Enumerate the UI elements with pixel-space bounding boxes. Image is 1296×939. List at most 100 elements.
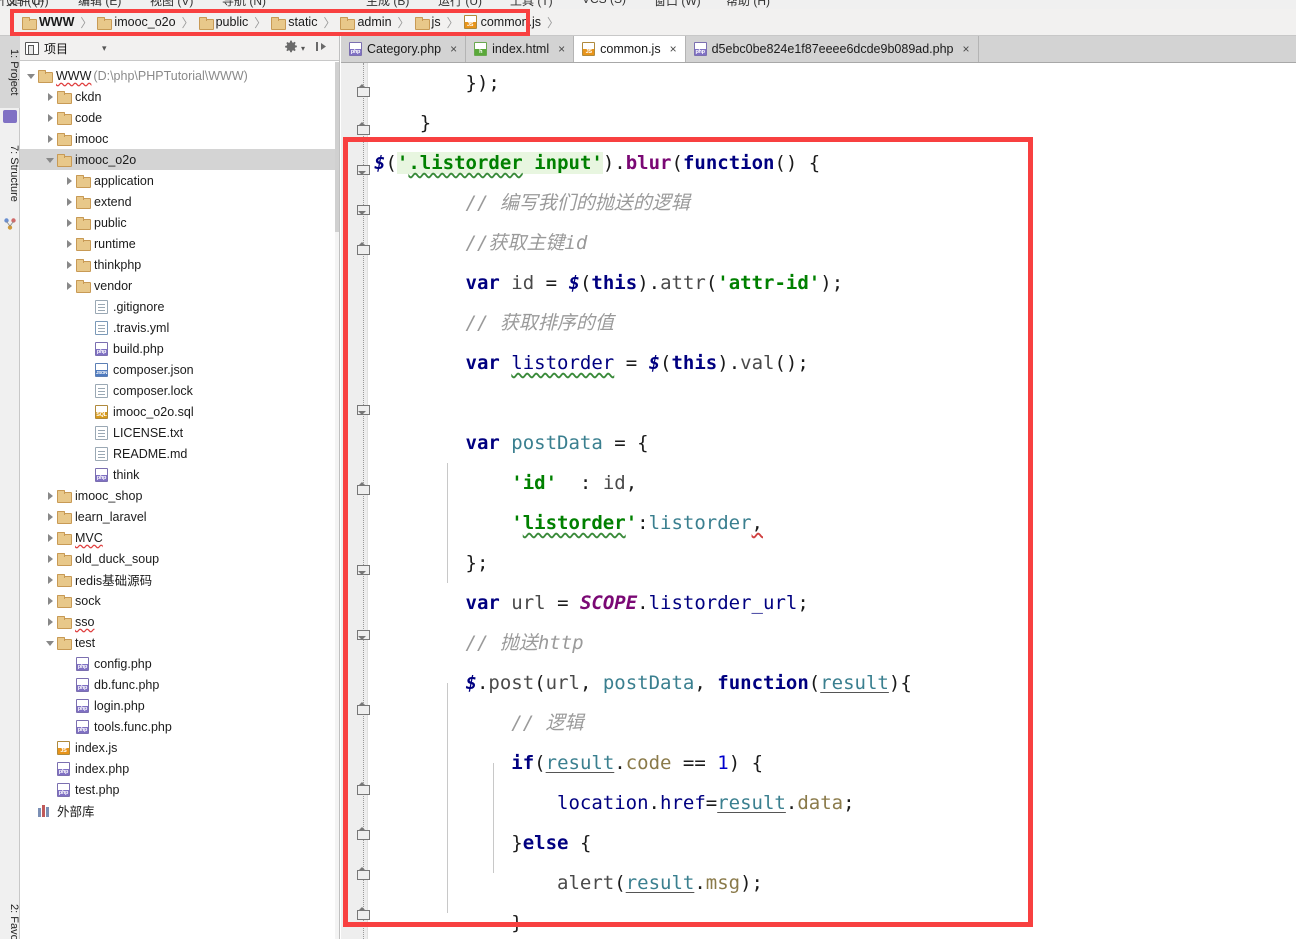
chevron-down-icon[interactable]: ▾ xyxy=(102,43,107,54)
chevron-right-icon[interactable] xyxy=(64,259,76,271)
chevron-right-icon[interactable] xyxy=(45,574,57,586)
editor-tab[interactable]: JS common.js × xyxy=(574,36,686,62)
close-icon[interactable]: × xyxy=(558,42,565,56)
tree-row[interactable]: MVC xyxy=(20,527,335,548)
tree-row[interactable]: SQL imooc_o2o.sql xyxy=(20,401,335,422)
tree-row[interactable]: JS index.js xyxy=(20,737,335,758)
tree-row[interactable]: php tools.func.php xyxy=(20,716,335,737)
menu-item-help[interactable]: 帮助 (H) xyxy=(726,0,770,9)
breadcrumb-item-public[interactable]: public xyxy=(198,12,248,32)
chevron-right-icon[interactable] xyxy=(45,133,57,145)
tree-row[interactable]: php test.php xyxy=(20,779,335,800)
chevron-right-icon[interactable] xyxy=(45,112,57,124)
breadcrumb-item-www[interactable]: WWW xyxy=(22,12,74,32)
code-line[interactable]: var id = $(this).attr('attr-id'); xyxy=(368,263,1296,303)
code-line[interactable]: }else { xyxy=(368,823,1296,863)
chevron-right-icon[interactable] xyxy=(45,553,57,565)
tree-row[interactable]: imooc_o2o xyxy=(20,149,335,170)
tree-row[interactable]: code xyxy=(20,107,335,128)
chevron-down-icon[interactable] xyxy=(26,70,38,82)
tree-row[interactable]: runtime xyxy=(20,233,335,254)
chevron-right-icon[interactable] xyxy=(64,175,76,187)
editor-tab[interactable]: php d5ebc0be824e1f87eeee6dcde9b089ad.php × xyxy=(685,36,979,62)
code-editor[interactable]: }); } $('.listorder input').blur(function… xyxy=(341,63,1296,939)
code-line[interactable]: 'id' : id, xyxy=(368,463,1296,503)
breadcrumb-item-imooc-o2o[interactable]: imooc_o2o xyxy=(97,12,176,32)
code-line[interactable]: $.post(url, postData, function(result){ xyxy=(368,663,1296,703)
tree-row[interactable]: WWW (D:\php\PHPTutorial\WWW) xyxy=(20,65,335,86)
chevron-right-icon[interactable] xyxy=(64,280,76,292)
breadcrumb-item-js[interactable]: js xyxy=(414,12,441,32)
tree-row[interactable]: LICENSE.txt xyxy=(20,422,335,443)
chevron-right-icon[interactable] xyxy=(45,511,57,523)
menu-item-vcs[interactable]: VCS (S) xyxy=(582,0,626,6)
menu-item-window[interactable]: 窗口 (W) xyxy=(654,0,701,9)
tree-row[interactable]: php config.php xyxy=(20,653,335,674)
scrollbar-thumb[interactable] xyxy=(335,62,339,232)
code-line[interactable]: 'listorder':listorder, xyxy=(368,503,1296,543)
chevron-right-icon[interactable] xyxy=(45,616,57,628)
code-line[interactable]: }; xyxy=(368,543,1296,583)
tree-row[interactable]: application xyxy=(20,170,335,191)
code-content[interactable]: }); } $('.listorder input').blur(function… xyxy=(368,63,1296,939)
tree-row[interactable]: thinkphp xyxy=(20,254,335,275)
menu-bar[interactable]: 文件 (F) 编辑 (E) 视图 (V) 导航 (N) 代码 (C) 生成 (B… xyxy=(0,0,1296,9)
tree-row[interactable]: php db.func.php xyxy=(20,674,335,695)
tree-row[interactable]: ckdn xyxy=(20,86,335,107)
code-line[interactable] xyxy=(368,383,1296,423)
tree-row[interactable]: php index.php xyxy=(20,758,335,779)
tree-row[interactable]: php login.php xyxy=(20,695,335,716)
chevron-right-icon[interactable] xyxy=(64,196,76,208)
code-line[interactable]: if(result.code == 1) { xyxy=(368,743,1296,783)
tree-row[interactable]: sso xyxy=(20,611,335,632)
menu-item-navigate[interactable]: 导航 (N) xyxy=(222,0,266,9)
chevron-right-icon[interactable] xyxy=(45,91,57,103)
menu-item-view[interactable]: 视图 (V) xyxy=(150,0,193,9)
code-line[interactable]: }); xyxy=(368,63,1296,103)
breadcrumb-item-common-js[interactable]: JS common.js xyxy=(463,12,541,32)
sidebar-item-structure[interactable]: 7: Structure xyxy=(0,130,20,216)
editor-tab[interactable]: h index.html × xyxy=(466,36,575,62)
chevron-right-icon[interactable] xyxy=(45,532,57,544)
close-icon[interactable]: × xyxy=(450,42,457,56)
tree-row[interactable]: extend xyxy=(20,191,335,212)
chevron-right-icon[interactable] xyxy=(45,595,57,607)
code-line[interactable]: //获取主键id xyxy=(368,223,1296,263)
tree-row[interactable]: JSON composer.json xyxy=(20,359,335,380)
collapse-all-icon[interactable] xyxy=(315,40,328,56)
code-line[interactable]: } xyxy=(368,903,1296,939)
sidebar-item-favorites[interactable]: 2: Favorites xyxy=(0,896,20,939)
chevron-down-icon[interactable] xyxy=(45,637,57,649)
tree-row[interactable]: php think xyxy=(20,464,335,485)
close-icon[interactable]: × xyxy=(670,42,677,56)
editor-gutter[interactable] xyxy=(341,63,370,939)
code-line[interactable]: var listorder = $(this).val(); xyxy=(368,343,1296,383)
chevron-down-icon[interactable] xyxy=(45,154,57,166)
code-line[interactable]: var url = SCOPE.listorder_url; xyxy=(368,583,1296,623)
tree-row[interactable]: test xyxy=(20,632,335,653)
chevron-right-icon[interactable] xyxy=(64,238,76,250)
tree-row[interactable]: imooc_shop xyxy=(20,485,335,506)
gear-icon[interactable]: ▾ xyxy=(284,40,305,57)
project-tree[interactable]: WWW (D:\php\PHPTutorial\WWW) ckdn code imooc… xyxy=(20,62,335,939)
code-line[interactable]: location.href=result.data; xyxy=(368,783,1296,823)
tree-row[interactable]: README.md xyxy=(20,443,335,464)
editor-tab[interactable]: php Category.php × xyxy=(341,36,467,62)
code-line[interactable]: alert(result.msg); xyxy=(368,863,1296,903)
menu-item-build[interactable]: 生成 (B) xyxy=(366,0,409,9)
chevron-right-icon[interactable] xyxy=(45,490,57,502)
tree-row[interactable]: vendor xyxy=(20,275,335,296)
code-line[interactable]: // 逻辑 xyxy=(368,703,1296,743)
menu-item-tools[interactable]: 工具 (T) xyxy=(510,0,553,9)
tree-row[interactable]: php build.php xyxy=(20,338,335,359)
code-line[interactable]: // 获取排序的值 xyxy=(368,303,1296,343)
code-line[interactable]: $('.listorder input').blur(function() { xyxy=(368,143,1296,183)
tree-row[interactable]: 外部库 xyxy=(20,800,335,821)
code-line[interactable]: } xyxy=(368,103,1296,143)
close-icon[interactable]: × xyxy=(963,42,970,56)
tree-row[interactable]: redis基础源码 xyxy=(20,569,335,590)
code-line[interactable]: // 编写我们的抛送的逻辑 xyxy=(368,183,1296,223)
editor-tab-bar[interactable]: php Category.php × h index.html × JS common.js ×… xyxy=(341,36,1296,63)
menu-item-code[interactable]: 代码 (C) xyxy=(0,0,44,9)
tree-row[interactable]: .gitignore xyxy=(20,296,335,317)
